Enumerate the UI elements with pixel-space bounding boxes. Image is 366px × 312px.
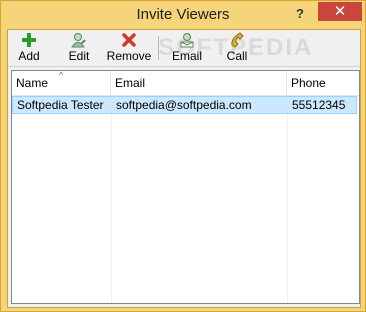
window-title: Invite Viewers bbox=[136, 6, 230, 23]
column-header-name[interactable]: Name ^ bbox=[12, 70, 111, 95]
row-email: softpedia@softpedia.com bbox=[116, 98, 252, 112]
column-header-name-label: Name bbox=[16, 76, 49, 90]
list-header: Name ^ Email Phone bbox=[12, 70, 359, 96]
toolbar-separator bbox=[158, 36, 159, 60]
column-header-email-label: Email bbox=[115, 76, 146, 90]
remove-icon bbox=[122, 33, 136, 47]
remove-button[interactable]: Remove bbox=[104, 32, 154, 64]
email-label: Email bbox=[171, 49, 202, 63]
add-button[interactable]: Add bbox=[14, 32, 44, 64]
edit-label: Edit bbox=[68, 49, 90, 63]
client-area: SOFTPEDIA Add Edit Remove Email Call Nam… bbox=[7, 29, 361, 308]
edit-button[interactable]: Edit bbox=[64, 32, 94, 64]
remove-label: Remove bbox=[106, 49, 152, 63]
table-row[interactable]: Softpedia Tester softpedia@softpedia.com… bbox=[12, 96, 357, 114]
email-button[interactable]: Email bbox=[169, 32, 205, 64]
call-label: Call bbox=[226, 49, 248, 63]
column-divider bbox=[287, 95, 288, 303]
toolbar: SOFTPEDIA Add Edit Remove Email Call bbox=[8, 30, 360, 67]
plus-icon bbox=[22, 33, 36, 47]
row-name: Softpedia Tester bbox=[17, 98, 104, 112]
column-header-phone-label: Phone bbox=[291, 76, 326, 90]
email-icon bbox=[180, 33, 194, 48]
call-button[interactable]: Call bbox=[222, 32, 252, 64]
column-divider bbox=[111, 95, 112, 303]
column-header-email[interactable]: Email bbox=[111, 71, 287, 95]
add-label: Add bbox=[18, 49, 40, 63]
title-bar[interactable]: Invite Viewers ? ✕ bbox=[1, 1, 365, 29]
close-button[interactable]: ✕ bbox=[318, 2, 362, 21]
help-button[interactable]: ? bbox=[290, 5, 310, 23]
viewers-list[interactable]: Name ^ Email Phone Softpedia Tester soft… bbox=[11, 70, 360, 304]
column-header-phone[interactable]: Phone bbox=[287, 71, 359, 95]
invite-viewers-window: Invite Viewers ? ✕ SOFTPEDIA Add Edit Re… bbox=[0, 0, 366, 312]
edit-user-icon bbox=[71, 33, 86, 48]
row-phone: 55512345 bbox=[292, 98, 346, 112]
sort-ascending-icon: ^ bbox=[59, 70, 64, 80]
phone-icon bbox=[231, 32, 244, 48]
